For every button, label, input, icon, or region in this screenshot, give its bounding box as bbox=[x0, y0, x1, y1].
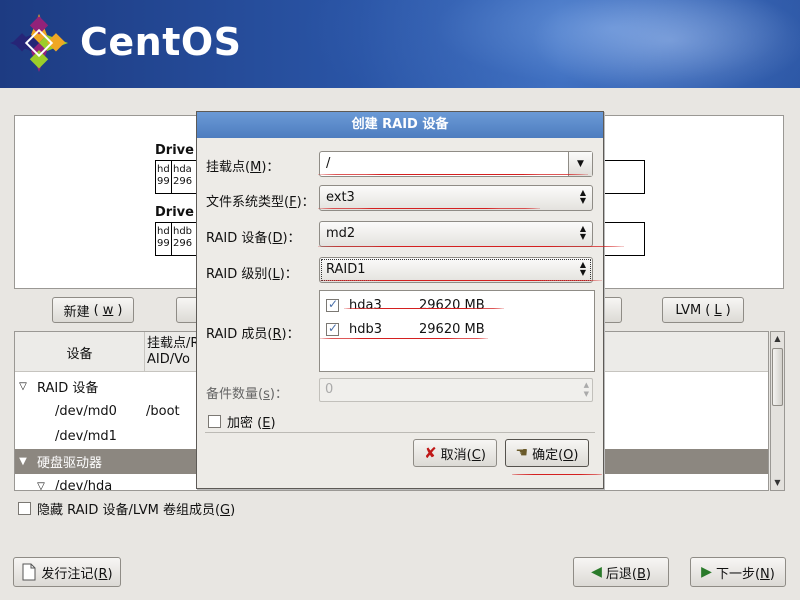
create-raid-dialog: 创建 RAID 设备 挂载点(M)： / ▼ 文件系统类型(F)： ext3 ▲… bbox=[196, 111, 604, 489]
cancel-label: 取消 bbox=[440, 447, 467, 463]
raid-device-value: md2 bbox=[326, 226, 356, 241]
back-button[interactable]: ◀ 后退(B) bbox=[573, 557, 669, 587]
encrypt-label: 加密 (E) bbox=[227, 416, 276, 431]
select-updown-icon: ▲ ▼ bbox=[579, 224, 587, 241]
lvm-button-key: L bbox=[714, 302, 722, 318]
tree-row-label: /dev/md1 bbox=[55, 429, 117, 444]
hide-raid-checkbox[interactable] bbox=[18, 502, 31, 515]
scroll-down-icon[interactable]: ▼ bbox=[771, 476, 784, 490]
centos-logo-text: CentOS bbox=[80, 20, 242, 64]
raid-device-select[interactable]: md2 ▲ ▼ bbox=[319, 221, 593, 247]
centos-logo-icon bbox=[10, 14, 68, 72]
expander-down-icon[interactable]: ▼ bbox=[15, 456, 31, 467]
dropdown-arrow-icon[interactable]: ▼ bbox=[568, 152, 592, 176]
drive-1-segment-2[interactable]: hda 296 bbox=[172, 161, 198, 193]
expander-down-icon[interactable]: ▽ bbox=[33, 481, 49, 490]
annotation-underline-mount bbox=[318, 174, 588, 175]
ok-button[interactable]: ☚ 确定(O) bbox=[505, 439, 589, 467]
tree-scrollbar[interactable]: ▲ ▼ bbox=[770, 331, 785, 491]
spares-value: 0 bbox=[325, 382, 334, 397]
raid-members-list[interactable]: hda3 29620 MB hdb3 29620 MB bbox=[319, 290, 595, 372]
fs-type-value: ext3 bbox=[326, 190, 355, 205]
document-icon bbox=[22, 563, 36, 581]
member-name: hdb3 bbox=[349, 321, 383, 337]
back-arrow-icon: ◀ bbox=[591, 564, 602, 580]
mount-point-value[interactable]: / bbox=[326, 156, 330, 171]
column-device[interactable]: 设备 bbox=[15, 332, 145, 372]
banner-glow-highlight bbox=[520, 0, 800, 88]
member-hda3[interactable]: hda3 29620 MB bbox=[326, 295, 485, 315]
member-size: 29620 MB bbox=[419, 297, 485, 313]
new-button[interactable]: 新建(w) bbox=[52, 297, 134, 323]
select-updown-icon: ▲ ▼ bbox=[579, 188, 587, 205]
raid-level-label: RAID 级别(L)： bbox=[206, 267, 298, 282]
encrypt-option[interactable]: 加密 (E) bbox=[208, 412, 276, 431]
member-hdb3[interactable]: hdb3 29620 MB bbox=[326, 319, 485, 339]
dialog-separator bbox=[205, 432, 595, 433]
cancel-x-icon: ✘ bbox=[424, 444, 437, 462]
annotation-underline-raid-device bbox=[318, 246, 624, 247]
release-notes-button[interactable]: 发行注记(R) bbox=[13, 557, 121, 587]
annotation-underline-member-1 bbox=[344, 308, 504, 309]
expander-down-icon[interactable]: ▽ bbox=[15, 381, 31, 392]
member-name: hda3 bbox=[349, 297, 382, 313]
spares-label: 备件数量(s)： bbox=[206, 387, 288, 402]
member-checkbox[interactable] bbox=[326, 297, 339, 312]
fs-type-label: 文件系统类型(F)： bbox=[206, 195, 315, 210]
centos-banner: CentOS bbox=[0, 0, 800, 88]
drive-label-2: Drive bbox=[155, 205, 194, 220]
new-button-label: 新建 bbox=[63, 304, 90, 320]
select-updown-icon: ▲ ▼ bbox=[579, 260, 587, 277]
lvm-button[interactable]: LVM(L) bbox=[662, 297, 744, 323]
scroll-thumb[interactable] bbox=[772, 348, 783, 406]
tree-row-label: /dev/hda bbox=[55, 479, 113, 491]
hide-raid-label: 隐藏 RAID 设备/LVM 卷组成员(G) bbox=[37, 503, 236, 518]
next-button[interactable]: ▶ 下一步(N) bbox=[690, 557, 786, 587]
tree-row-label: /dev/md0 bbox=[55, 404, 117, 419]
encrypt-checkbox[interactable] bbox=[208, 415, 221, 428]
next-label: 下一步 bbox=[715, 566, 755, 582]
new-button-key: w bbox=[102, 302, 114, 318]
drive-2-segment-1[interactable]: hd 99 bbox=[156, 223, 172, 255]
scroll-up-icon[interactable]: ▲ bbox=[771, 332, 784, 346]
tree-row-mount: /boot bbox=[146, 404, 180, 419]
release-notes-label: 发行注记 bbox=[41, 566, 94, 582]
tree-row-label: RAID 设备 bbox=[37, 381, 99, 396]
drive-1-segment-1[interactable]: hd 99 bbox=[156, 161, 172, 193]
dialog-title[interactable]: 创建 RAID 设备 bbox=[197, 112, 603, 138]
raid-device-label: RAID 设备(D)： bbox=[206, 231, 301, 246]
member-size: 29620 MB bbox=[419, 321, 485, 337]
raid-level-value: RAID1 bbox=[326, 262, 366, 277]
tree-row-label: 硬盘驱动器 bbox=[37, 456, 103, 471]
back-label: 后退 bbox=[605, 566, 632, 582]
annotation-underline-ok bbox=[512, 474, 602, 475]
raid-members-label: RAID 成员(R)： bbox=[206, 327, 300, 342]
hide-raid-option[interactable]: 隐藏 RAID 设备/LVM 卷组成员(G) bbox=[18, 499, 235, 518]
mount-point-label: 挂载点(M)： bbox=[206, 160, 280, 175]
lvm-button-label: LVM bbox=[675, 302, 702, 318]
drive-2-segment-2[interactable]: hdb 296 bbox=[172, 223, 198, 255]
spares-spinbutton[interactable]: 0 ▲ ▼ bbox=[319, 378, 593, 402]
next-arrow-icon: ▶ bbox=[701, 564, 712, 580]
ok-hand-icon: ☚ bbox=[515, 445, 529, 461]
ok-label: 确定 bbox=[532, 447, 559, 463]
spin-updown-icon[interactable]: ▲ ▼ bbox=[584, 381, 589, 399]
member-checkbox[interactable] bbox=[326, 321, 339, 336]
drive-label-1: Drive bbox=[155, 143, 194, 158]
cancel-button[interactable]: ✘ 取消(C) bbox=[413, 439, 497, 467]
